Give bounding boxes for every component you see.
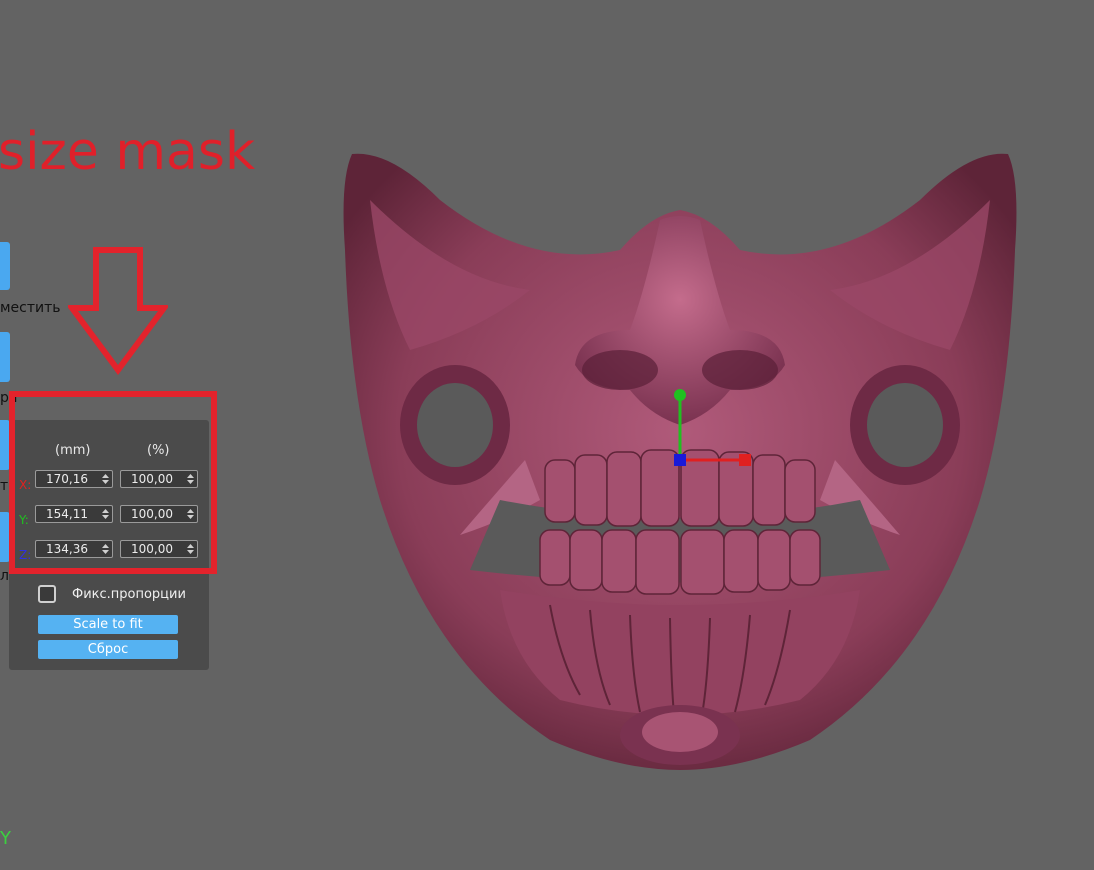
scale-tool-label: т — [0, 478, 8, 494]
other-tool-label: л — [0, 568, 9, 584]
move-tool-button[interactable] — [0, 242, 10, 290]
lock-proportions-label: Фикс.пропорции — [72, 587, 186, 602]
move-tool-label: местить — [0, 300, 61, 316]
mask-model[interactable] — [330, 140, 1030, 780]
rotate-tool-button[interactable] — [0, 332, 10, 382]
reset-button[interactable]: Сброс — [38, 640, 178, 659]
highlight-box — [9, 391, 217, 574]
scale-to-fit-button[interactable]: Scale to fit — [38, 615, 178, 634]
lock-proportions-checkbox[interactable] — [38, 585, 56, 603]
viewport-axis-label: Y — [0, 828, 11, 849]
page-title: size mask — [0, 122, 255, 182]
down-arrow-icon — [68, 246, 168, 376]
